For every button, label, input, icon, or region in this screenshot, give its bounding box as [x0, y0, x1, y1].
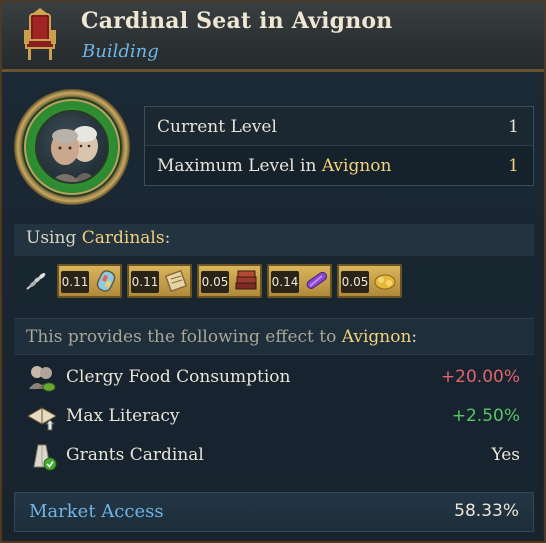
- market-access-value: 58.33%: [454, 501, 519, 521]
- pop-type-link[interactable]: Cardinals: [82, 228, 165, 248]
- books-icon: [232, 268, 260, 294]
- tooltip-header: Cardinal Seat in Avignon Building: [2, 2, 544, 72]
- building-title: Cardinal Seat in Avignon: [81, 8, 393, 34]
- good-silk[interactable]: 0.14: [267, 264, 332, 298]
- max-level-value: 1: [508, 156, 519, 176]
- current-level-label: Current Level: [157, 117, 277, 137]
- cardinal-hat-icon: [26, 441, 58, 471]
- scroll-icon: [162, 268, 190, 294]
- effects-prefix: This provides the following effect to: [26, 327, 342, 347]
- effects-header-text: This provides the following effect to Av…: [26, 327, 417, 347]
- good-amount: 0.11: [61, 271, 89, 293]
- wheat-icon: [24, 269, 50, 293]
- market-access-row[interactable]: Market Access 58.33%: [14, 492, 534, 532]
- using-label: Using Cardinals:: [26, 228, 170, 248]
- effects-location[interactable]: Avignon: [342, 327, 412, 347]
- clergy-food-icon: [26, 363, 58, 393]
- good-amount: 0.05: [341, 271, 369, 293]
- good-scroll[interactable]: 0.11: [127, 264, 192, 298]
- jewelry-icon: [372, 268, 400, 294]
- tooltip-panel: Cardinal Seat in Avignon Building Curren…: [0, 0, 546, 543]
- using-suffix: :: [164, 228, 171, 248]
- building-type-label: Building: [82, 41, 159, 62]
- level-table: Current Level 1 Maximum Level in Avignon…: [144, 106, 534, 186]
- max-level-label: Maximum Level in Avignon: [157, 156, 391, 176]
- good-amount: 0.14: [271, 271, 299, 293]
- effect-value: +2.50%: [451, 406, 520, 426]
- cardinals-portrait: [35, 110, 109, 184]
- using-header: Using Cardinals:: [14, 224, 534, 256]
- good-books[interactable]: 0.05: [197, 264, 262, 298]
- goods-row: 0.11 0.11 0.05 0.14 0.05: [14, 259, 534, 303]
- effect-row-clergy-food[interactable]: Clergy Food Consumption +20.00%: [14, 359, 534, 397]
- effect-label: Clergy Food Consumption: [66, 367, 291, 387]
- effect-row-grants-cardinal[interactable]: Grants Cardinal Yes: [14, 437, 534, 475]
- effects-suffix: :: [411, 327, 418, 347]
- effects-header: This provides the following effect to Av…: [14, 319, 534, 355]
- max-level-location[interactable]: Avignon: [322, 156, 392, 176]
- effects-panel: This provides the following effect to Av…: [14, 318, 534, 476]
- using-prefix: Using: [26, 228, 82, 248]
- effect-row-max-literacy[interactable]: Max Literacy +2.50%: [14, 398, 534, 436]
- effect-label: Grants Cardinal: [66, 445, 204, 465]
- literacy-icon: [26, 402, 58, 432]
- current-level-row: Current Level 1: [145, 107, 533, 146]
- max-level-row: Maximum Level in Avignon 1: [145, 146, 533, 185]
- effect-value: +20.00%: [440, 367, 520, 387]
- good-stained-glass[interactable]: 0.11: [57, 264, 122, 298]
- effect-value: Yes: [491, 445, 520, 465]
- effect-label: Max Literacy: [66, 406, 180, 426]
- good-jewelry[interactable]: 0.05: [337, 264, 402, 298]
- silk-icon: [302, 268, 330, 294]
- max-level-prefix: Maximum Level in: [157, 156, 322, 176]
- stained-glass-icon: [92, 268, 120, 294]
- good-amount: 0.05: [201, 271, 229, 293]
- market-access-label: Market Access: [29, 501, 164, 522]
- good-amount: 0.11: [131, 271, 159, 293]
- current-level-value: 1: [508, 117, 519, 137]
- throne-icon: [16, 8, 64, 62]
